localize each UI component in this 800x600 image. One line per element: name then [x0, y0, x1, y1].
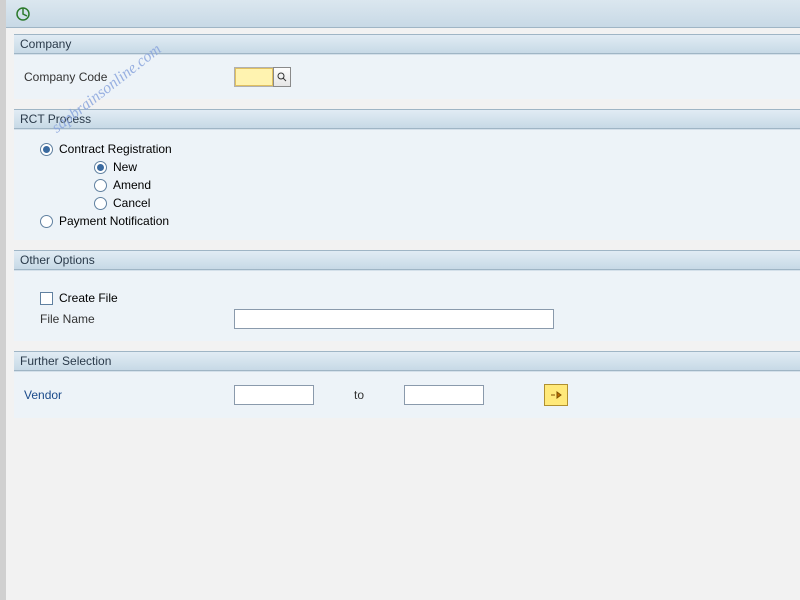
- further-selection-group: Further Selection Vendor to: [14, 351, 800, 418]
- rct-process-group: RCT Process Contract Registration New Am…: [14, 109, 800, 240]
- other-options-group: Other Options Create File File Name: [14, 250, 800, 341]
- vendor-to-input[interactable]: [404, 385, 484, 405]
- contract-registration-label: Contract Registration: [59, 142, 172, 156]
- create-file-checkbox[interactable]: [40, 292, 53, 305]
- app-frame: Company Company Code RCT Process Contrac…: [0, 0, 800, 600]
- vendor-label[interactable]: Vendor: [24, 388, 234, 402]
- vendor-from-input[interactable]: [234, 385, 314, 405]
- cancel-radio[interactable]: [94, 197, 107, 210]
- company-code-label: Company Code: [24, 70, 234, 84]
- contract-registration-radio[interactable]: [40, 143, 53, 156]
- cancel-label: Cancel: [113, 196, 150, 210]
- execute-icon[interactable]: [14, 5, 32, 23]
- amend-radio[interactable]: [94, 179, 107, 192]
- new-radio[interactable]: [94, 161, 107, 174]
- rct-group-header: RCT Process: [14, 109, 800, 129]
- content-area: Company Company Code RCT Process Contrac…: [6, 28, 800, 418]
- other-options-header: Other Options: [14, 250, 800, 270]
- payment-notification-label: Payment Notification: [59, 214, 169, 228]
- company-group-header: Company: [14, 34, 800, 54]
- new-label: New: [113, 160, 137, 174]
- to-label: to: [354, 388, 364, 402]
- toolbar: [6, 0, 800, 28]
- amend-label: Amend: [113, 178, 151, 192]
- company-group: Company Company Code: [14, 34, 800, 99]
- search-help-icon[interactable]: [273, 67, 291, 87]
- file-name-label: File Name: [40, 312, 234, 326]
- create-file-label: Create File: [59, 291, 118, 305]
- company-code-input[interactable]: [234, 67, 274, 87]
- file-name-input[interactable]: [234, 309, 554, 329]
- further-selection-header: Further Selection: [14, 351, 800, 371]
- payment-notification-radio[interactable]: [40, 215, 53, 228]
- multiple-selection-icon[interactable]: [544, 384, 568, 406]
